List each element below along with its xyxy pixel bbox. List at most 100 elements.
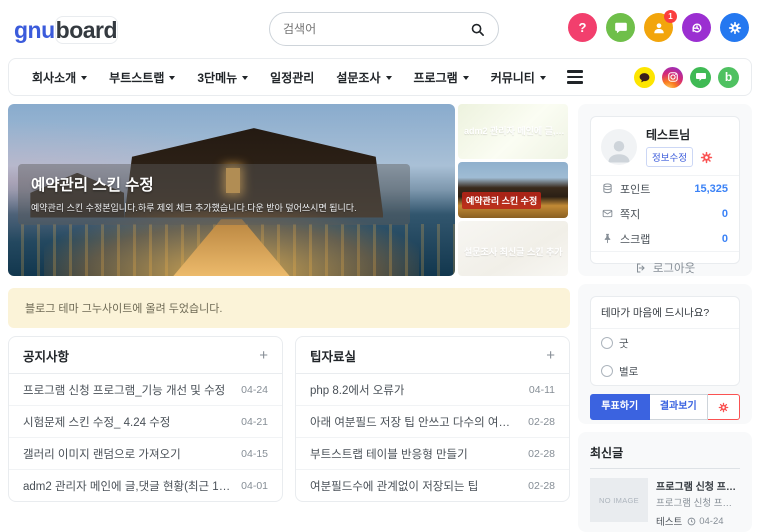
chevron-down-icon	[463, 76, 469, 80]
profile-card: 테스트님 정보수정 포인트 15,325 쪽지 0 스크랩 0	[590, 116, 740, 264]
thumbtack-icon	[602, 233, 613, 244]
slide-description: 예약관리 스킨 수정본입니다.하루 제외 체크 추가했습니다.다운 받아 덮어쓰…	[31, 201, 397, 214]
chevron-down-icon	[169, 76, 175, 80]
search-icon	[470, 22, 485, 37]
latest-post-meta: 테스트 04-24	[656, 514, 740, 528]
stat-row-messages[interactable]: 쪽지 0	[591, 201, 739, 226]
logout-button[interactable]: 로그아웃	[591, 251, 739, 284]
history-button[interactable]	[682, 13, 711, 42]
board-title-link[interactable]: 팁자료실	[310, 346, 356, 365]
thumb-label: 예약관리 스킨 수정	[462, 192, 541, 209]
post-row[interactable]: 아래 여분필드 저장 팁 안쓰고 다수의 여분필드…02-28	[296, 406, 569, 438]
menu-hamburger-button[interactable]	[563, 66, 587, 87]
header-quick-icons: ? 1	[568, 13, 749, 42]
history-icon	[690, 21, 704, 35]
envelope-icon	[602, 208, 613, 219]
profile-settings-gear-icon[interactable]	[700, 151, 713, 164]
chevron-down-icon	[386, 76, 392, 80]
gear-icon	[718, 402, 729, 413]
board-header: 공지사항 +	[9, 337, 282, 374]
nav-item-schedule[interactable]: 일정관리	[259, 69, 325, 86]
poll-panel: 테마가 마음에 드시나요? 굿 별로 투표하기 결과보기	[578, 284, 752, 424]
post-row[interactable]: 갤러리 이미지 랜덤으로 가져오기04-15	[9, 438, 282, 470]
slide-title: 예약관리 스킨 수정	[31, 173, 397, 195]
poll-buttons: 투표하기 결과보기	[590, 394, 740, 420]
nav-item-community[interactable]: 커뮤니티	[480, 69, 557, 86]
nav-item-bootstrap[interactable]: 부트스트랩	[98, 69, 186, 86]
poll-option-bad[interactable]: 별로	[591, 357, 739, 385]
carousel-thumbnails: adm2 관리자 메인에 글,… 예약관리 스킨 수정 설문조사 최신글 스킨 …	[458, 104, 568, 276]
board-tips: 팁자료실 + php 8.2에서 오류가04-11 아래 여분필드 저장 팁 안…	[295, 336, 570, 502]
members-button[interactable]: 1	[644, 13, 673, 42]
radio-icon[interactable]	[601, 365, 613, 377]
avatar-person-icon	[604, 135, 634, 165]
notice-link[interactable]: 블로그 테마 그누사이트에 올려 두었습니다.	[25, 300, 222, 316]
logo-part-gnu: gnu	[14, 17, 55, 43]
logo-part-board: board	[55, 16, 118, 44]
question-icon: ?	[579, 20, 587, 35]
person-icon	[652, 21, 666, 35]
latest-posts-title: 최신글	[590, 444, 740, 469]
board-lists: 공지사항 + 프로그램 신청 프로그램_기능 개선 및 수정04-24 시험문제…	[8, 336, 570, 502]
latest-post-title: 프로그램 신청 프로그램_…	[656, 478, 740, 493]
gear-icon	[728, 21, 742, 35]
chat-bubble-icon	[614, 21, 628, 35]
poll-result-button[interactable]: 결과보기	[650, 394, 709, 420]
poll-settings-button[interactable]	[708, 394, 740, 420]
nav-item-3depth-menu[interactable]: 3단메뉴	[186, 69, 259, 86]
search-submit-button[interactable]	[470, 22, 485, 37]
nav-item-company[interactable]: 회사소개	[21, 69, 98, 86]
search-bar	[269, 12, 499, 46]
instagram-icon[interactable]	[662, 67, 683, 88]
settings-button[interactable]	[720, 13, 749, 42]
carousel-thumb-1[interactable]: adm2 관리자 메인에 글,…	[458, 104, 568, 159]
help-button[interactable]: ?	[568, 13, 597, 42]
radio-icon[interactable]	[601, 337, 613, 349]
thumb-label: adm2 관리자 메인에 글,…	[464, 124, 564, 137]
chat-button[interactable]	[606, 13, 635, 42]
slide-caption: 예약관리 스킨 수정 예약관리 스킨 수정본입니다.하루 제외 체크 추가했습니…	[18, 164, 410, 225]
avatar	[601, 129, 637, 165]
kakao-icon[interactable]	[634, 67, 655, 88]
post-row[interactable]: php 8.2에서 오류가04-11	[296, 374, 569, 406]
profile-name: 테스트님	[646, 126, 713, 143]
band-icon[interactable]: b	[718, 67, 739, 88]
profile-panel: 테스트님 정보수정 포인트 15,325 쪽지 0 스크랩 0	[578, 104, 752, 276]
carousel-thumb-3[interactable]: 설문조사 최신글 스킨 추가	[458, 221, 568, 276]
latest-posts-panel: 최신글 NO IMAGE 프로그램 신청 프로그램_… 프로그램 신청 프로그램…	[578, 432, 752, 532]
talk-icon[interactable]	[690, 67, 711, 88]
post-row[interactable]: 여분필드수에 관계없이 저장되는 팁02-28	[296, 470, 569, 501]
latest-post-date: 04-24	[699, 516, 723, 527]
nav-social-icons: b	[634, 67, 739, 88]
vote-button[interactable]: 투표하기	[590, 394, 650, 420]
stat-row-scrap[interactable]: 스크랩 0	[591, 226, 739, 251]
post-row[interactable]: adm2 관리자 메인에 글,댓글 현황(최근 1…04-01	[9, 470, 282, 501]
search-input[interactable]	[283, 22, 470, 36]
poll-question: 테마가 마음에 드시나요?	[591, 297, 739, 329]
clock-icon	[687, 517, 696, 526]
post-row[interactable]: 프로그램 신청 프로그램_기능 개선 및 수정04-24	[9, 374, 282, 406]
poll-option-good[interactable]: 굿	[591, 329, 739, 357]
nav-item-program[interactable]: 프로그램	[403, 69, 480, 86]
thumb-label: 설문조사 최신글 스킨 추가	[464, 245, 564, 258]
edit-profile-button[interactable]: 정보수정	[646, 147, 693, 167]
nav-item-survey[interactable]: 설문조사	[325, 69, 402, 86]
post-row[interactable]: 시험문제 스킨 수정_ 4.24 수정04-21	[9, 406, 282, 438]
points-icon	[602, 183, 613, 194]
site-logo[interactable]: gnuboard	[14, 17, 118, 44]
chevron-down-icon	[242, 76, 248, 80]
latest-post-excerpt: 프로그램 신청 프로그램_…	[656, 495, 740, 509]
carousel-thumb-2-active[interactable]: 예약관리 스킨 수정	[458, 162, 568, 217]
plus-more-icon[interactable]: +	[546, 348, 555, 363]
notice-bar: 블로그 테마 그누사이트에 올려 두었습니다.	[8, 288, 570, 328]
latest-post-author: 테스트	[656, 514, 682, 528]
post-row[interactable]: 부트스트랩 테이블 반응형 만들기02-28	[296, 438, 569, 470]
logout-icon	[635, 262, 647, 274]
carousel-slide[interactable]: 예약관리 스킨 수정 예약관리 스킨 수정본입니다.하루 제외 체크 추가했습니…	[8, 104, 455, 276]
stat-row-points[interactable]: 포인트 15,325	[591, 176, 739, 201]
board-title-link[interactable]: 공지사항	[23, 346, 69, 365]
main-navbar: 회사소개 부트스트랩 3단메뉴 일정관리 설문조사 프로그램 커뮤니티 b	[8, 58, 752, 96]
latest-post-item[interactable]: NO IMAGE 프로그램 신청 프로그램_… 프로그램 신청 프로그램_… 테…	[590, 478, 740, 528]
chevron-down-icon	[81, 76, 87, 80]
plus-more-icon[interactable]: +	[259, 348, 268, 363]
